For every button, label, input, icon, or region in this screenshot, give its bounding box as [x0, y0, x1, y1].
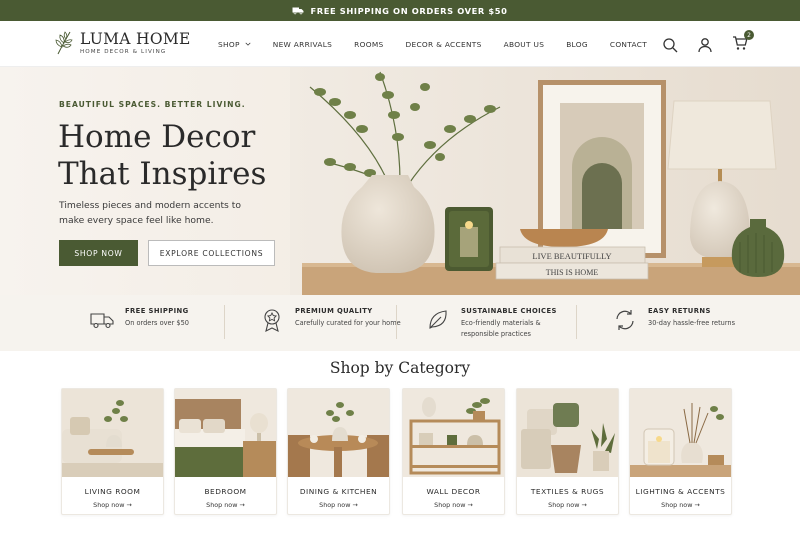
- chevron-down-icon: [245, 42, 251, 46]
- feature-easy-returns: EASY RETURNS 30-day hassle-free returns: [612, 307, 758, 333]
- lighting-accents-image: [630, 389, 731, 477]
- feature-title: SUSTAINABLE CHOICES: [461, 307, 557, 315]
- living-room-image: [62, 389, 163, 477]
- shop-now-link[interactable]: Shop now →: [288, 501, 389, 509]
- feature-divider: [396, 305, 397, 339]
- announcement-bar: FREE SHIPPING ON ORDERS OVER $50: [0, 0, 800, 21]
- category-card-lighting-accents[interactable]: LIGHTING & ACCENTS Shop now →: [629, 388, 732, 515]
- shop-now-link[interactable]: Shop now →: [62, 501, 163, 509]
- logo[interactable]: LUMA HOME HOME DECOR & LIVING: [54, 30, 191, 56]
- truck-icon: [292, 7, 304, 15]
- hero-title: Home Decor That Inspires: [58, 119, 267, 192]
- category-name: BEDROOM: [204, 487, 247, 496]
- book-title-1: LIVE BEAUTIFULLY: [532, 251, 611, 261]
- feature-free-shipping: FREE SHIPPING On orders over $50: [89, 307, 235, 333]
- category-card-wall-decor[interactable]: WALL DECOR Shop now →: [402, 388, 505, 515]
- features-strip: FREE SHIPPING On orders over $50 PREMIUM…: [0, 295, 800, 351]
- shop-now-link[interactable]: Shop now →: [630, 501, 731, 509]
- leaf-icon: [429, 310, 447, 329]
- feature-title: FREE SHIPPING: [125, 307, 189, 315]
- bedroom-image: [175, 389, 276, 477]
- feature-premium-quality: PREMIUM QUALITY Carefully curated for yo…: [259, 307, 405, 333]
- hero-banner: BEAUTIFUL SPACES. BETTER LIVING. Home De…: [0, 67, 800, 295]
- nav-decor-accents[interactable]: DECOR & ACCENTS: [406, 40, 482, 49]
- feature-title: EASY RETURNS: [648, 307, 711, 315]
- explore-collections-button[interactable]: EXPLORE COLLECTIONS: [148, 240, 275, 266]
- shop-now-button[interactable]: SHOP NOW: [59, 240, 138, 266]
- shop-now-link[interactable]: Shop now →: [517, 501, 618, 509]
- returns-icon: [616, 310, 634, 330]
- cart-count-badge: 2: [744, 30, 754, 40]
- nav-new-arrivals[interactable]: NEW ARRIVALS: [273, 40, 332, 49]
- category-image: [630, 389, 731, 477]
- feature-text: Carefully curated for your home: [295, 319, 401, 327]
- category-image: [517, 389, 618, 477]
- shop-now-link[interactable]: Shop now →: [175, 501, 276, 509]
- feature-text: 30-day hassle-free returns: [648, 319, 736, 327]
- announcement-text: FREE SHIPPING ON ORDERS OVER $50: [310, 5, 508, 16]
- dining-kitchen-image: [288, 389, 389, 477]
- main-nav: SHOP NEW ARRIVALS ROOMS DECOR & ACCENTS …: [218, 21, 669, 67]
- nav-shop[interactable]: SHOP: [218, 40, 251, 49]
- nav-about-us[interactable]: ABOUT US: [504, 40, 545, 49]
- category-name: WALL DECOR: [426, 487, 481, 496]
- hero-subtitle: Timeless pieces and modern accents to ma…: [59, 200, 241, 226]
- book-title-2: THIS IS HOME: [546, 268, 599, 277]
- feature-divider: [224, 305, 225, 339]
- user-icon[interactable]: [697, 37, 713, 53]
- brand-name: LUMA HOME: [80, 30, 191, 48]
- feature-text: On orders over $50: [125, 319, 189, 327]
- feature-title: PREMIUM QUALITY: [295, 307, 373, 315]
- textiles-rugs-image: [517, 389, 618, 477]
- feature-divider: [576, 305, 577, 339]
- category-card-bedroom[interactable]: BEDROOM Shop now →: [174, 388, 277, 515]
- hero-image: LIVE BEAUTIFULLY THIS IS HOME: [290, 67, 800, 295]
- cart-button[interactable]: 2: [732, 30, 754, 55]
- category-image: [62, 389, 163, 477]
- category-card-living-room[interactable]: LIVING ROOM Shop now →: [61, 388, 164, 515]
- category-image: [403, 389, 504, 477]
- header-actions: 2: [662, 30, 754, 55]
- badge-icon: [264, 309, 280, 333]
- wall-decor-image: [403, 389, 504, 477]
- truck-icon: [90, 313, 114, 329]
- nav-blog[interactable]: BLOG: [566, 40, 588, 49]
- category-name: LIGHTING & ACCENTS: [635, 487, 726, 496]
- category-card-textiles-rugs[interactable]: TEXTILES & RUGS Shop now →: [516, 388, 619, 515]
- category-card-dining-kitchen[interactable]: DINING & KITCHEN Shop now →: [287, 388, 390, 515]
- nav-shop-label: SHOP: [218, 39, 240, 49]
- feature-text: Eco-friendly materials & responsible pra…: [461, 319, 541, 338]
- nav-rooms[interactable]: ROOMS: [354, 40, 383, 49]
- category-name: LIVING ROOM: [84, 487, 141, 496]
- site-header: LUMA HOME HOME DECOR & LIVING SHOP NEW A…: [0, 21, 800, 67]
- nav-contact[interactable]: CONTACT: [610, 40, 647, 49]
- feature-sustainable: SUSTAINABLE CHOICES Eco-friendly materia…: [425, 307, 571, 340]
- category-image: [288, 389, 389, 477]
- category-name: TEXTILES & RUGS: [530, 487, 605, 496]
- brand-tagline: HOME DECOR & LIVING: [80, 49, 167, 55]
- leaf-logo-icon: [55, 31, 73, 55]
- hero-eyebrow: BEAUTIFUL SPACES. BETTER LIVING.: [59, 100, 246, 109]
- shop-now-link[interactable]: Shop now →: [403, 501, 504, 509]
- category-name: DINING & KITCHEN: [299, 487, 378, 496]
- category-image: [175, 389, 276, 477]
- search-icon[interactable]: [662, 37, 678, 53]
- categories-heading: Shop by Category: [329, 359, 471, 377]
